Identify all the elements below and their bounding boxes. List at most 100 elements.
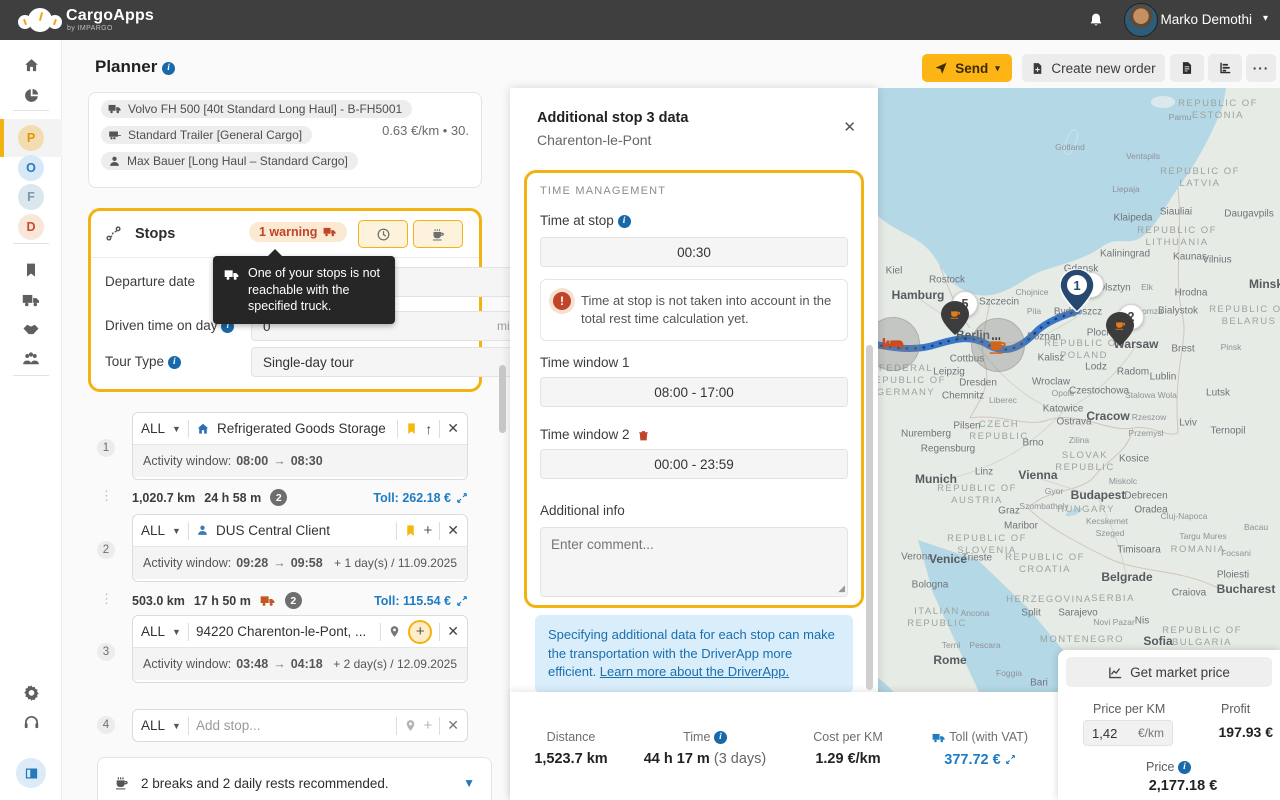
map-label: Minsk — [1249, 277, 1280, 291]
chevron-down-icon: ▼ — [172, 627, 181, 637]
sidebar-item-support[interactable] — [0, 705, 62, 739]
sidebar-item-team[interactable] — [0, 342, 62, 376]
stop-mode-select[interactable]: ALL — [141, 624, 165, 639]
time-window-2-input[interactable]: 00:00 - 23:59 — [540, 449, 848, 479]
drag-handle[interactable]: ⋮ — [100, 488, 113, 504]
tour-type-info-icon[interactable]: i — [168, 356, 181, 369]
sidebar-item-fleet[interactable]: F — [0, 180, 62, 214]
stop-name[interactable]: Refrigerated Goods Storage — [217, 421, 390, 436]
comment-textarea[interactable] — [540, 527, 848, 597]
driver-chip[interactable]: Max Bauer [Long Haul – Standard Cargo] — [101, 152, 358, 170]
stop-number: 1 — [97, 439, 115, 457]
alert-icon: ! — [553, 292, 571, 310]
map-label: REPUBLIC OF BULGARIA — [1159, 625, 1245, 649]
remove-stop-icon[interactable]: ✕ — [447, 623, 459, 640]
price-per-km-label: Price per KM — [1093, 702, 1165, 716]
map-label: Terni — [942, 640, 960, 650]
left-scrollbar[interactable] — [499, 365, 506, 433]
activity-window: Activity window: 08:00→08:30 — [133, 444, 467, 477]
export-pdf-button[interactable] — [1170, 54, 1204, 82]
resize-handle[interactable]: ◢ — [838, 583, 845, 594]
bookmark-icon[interactable] — [404, 524, 417, 537]
gantt-view-button[interactable] — [1208, 54, 1242, 82]
user-name[interactable]: Marko Demothi — [1160, 12, 1252, 27]
toll-link[interactable]: Toll: 262.18 € — [373, 491, 468, 505]
add-stop-data-icon[interactable]: + — [424, 522, 433, 539]
planner-info-icon[interactable]: i — [162, 62, 175, 75]
map-label: CZECH REPUBLIC — [956, 419, 1042, 443]
map-label: Kosice — [1119, 454, 1149, 465]
time-at-stop-input[interactable]: 00:30 — [540, 237, 848, 267]
trailer-chip[interactable]: Standard Trailer [General Cargo] — [101, 126, 312, 144]
stop-mode-select[interactable]: ALL — [141, 523, 165, 538]
coffee-icon — [949, 307, 962, 320]
detail-scrollbar[interactable] — [866, 345, 873, 690]
bookmark-icon[interactable] — [405, 422, 418, 435]
leg-count-badge[interactable]: 2 — [285, 592, 302, 609]
time-info-icon[interactable]: i — [714, 731, 727, 744]
stop-name[interactable]: 94220 Charenton-le-Pont, ... — [196, 624, 373, 639]
remove-stop-icon[interactable]: ✕ — [447, 420, 459, 437]
stop-pin-1[interactable]: 1 — [1060, 269, 1094, 312]
drag-handle[interactable]: ⋮ — [100, 591, 113, 607]
price-label: Price i — [1146, 760, 1191, 774]
get-market-price-button[interactable]: Get market price — [1066, 657, 1272, 687]
truck-chip[interactable]: Volvo FH 500 [40t Standard Long Haul] - … — [101, 100, 412, 118]
driverapp-info-box: Specifying additional data for each stop… — [535, 615, 853, 693]
break-marker[interactable] — [971, 318, 1025, 372]
remove-stop-icon[interactable]: ✕ — [447, 717, 459, 734]
close-panel-icon[interactable]: ✕ — [843, 118, 856, 136]
user-avatar[interactable] — [1124, 3, 1158, 37]
day-offset: + 1 day(s) / 11.09.2025 — [334, 556, 457, 570]
sidebar-item-trucks[interactable] — [0, 283, 62, 317]
stop-name[interactable]: DUS Central Client — [216, 523, 389, 538]
chevron-down-icon[interactable]: ▼ — [463, 776, 475, 790]
toll-link[interactable]: Toll: 115.54 € — [374, 594, 468, 608]
notifications-bell-icon[interactable] — [1088, 12, 1104, 28]
stop-mode-select[interactable]: ALL — [141, 421, 165, 436]
brand-subtitle: by IMPARGO — [67, 25, 113, 32]
map-label: Split — [1021, 608, 1040, 619]
sidebar-item-planner[interactable]: P — [0, 121, 62, 155]
driverapp-learn-more-link[interactable]: Learn more about the DriverApp. — [600, 664, 789, 679]
price-per-km-input[interactable]: 1,42 €/km — [1083, 720, 1173, 746]
breaks-toggle-button[interactable] — [413, 220, 463, 248]
send-button[interactable]: Send▾ — [922, 54, 1012, 82]
create-new-order-button[interactable]: Create new order — [1022, 54, 1165, 82]
break-pin[interactable] — [1106, 312, 1134, 346]
add-stop-data-icon-active[interactable]: + — [408, 620, 432, 644]
toll-value-link[interactable]: 377.72 € — [944, 752, 1000, 768]
delete-time-window-icon[interactable] — [637, 429, 650, 442]
remove-stop-icon[interactable]: ✕ — [447, 522, 459, 539]
sidebar-item-dispatch[interactable]: D — [0, 210, 62, 244]
user-menu-chevron-icon[interactable]: ▾ — [1263, 13, 1268, 24]
sidebar-item-home[interactable] — [0, 48, 62, 82]
move-up-icon[interactable]: ↑ — [425, 421, 432, 437]
market-price-panel: Get market price Price per KM 1,42 €/km … — [1058, 650, 1280, 800]
map-label: Lutsk — [1206, 388, 1230, 399]
stop-mode-select[interactable]: ALL — [141, 718, 165, 733]
sidebar-item-collapse-panel[interactable] — [0, 756, 62, 790]
price-info-icon[interactable]: i — [1178, 761, 1191, 774]
warning-badge[interactable]: 1 warning — [249, 222, 347, 242]
time-window-1-input[interactable]: 08:00 - 17:00 — [540, 377, 848, 407]
expand-icon[interactable] — [1005, 754, 1016, 765]
map-label: Vienna — [1018, 468, 1057, 482]
breaks-recommendation[interactable]: 2 breaks and 2 daily rests recommended. … — [97, 757, 492, 800]
break-pin[interactable] — [941, 301, 969, 335]
sidebar-item-analytics[interactable] — [0, 78, 62, 112]
map-label: Daugavpils — [1224, 209, 1273, 220]
pin-icon[interactable] — [388, 625, 401, 638]
more-options-button[interactable]: ··· — [1246, 54, 1276, 82]
map-label: Rome — [933, 653, 966, 667]
add-stop-input[interactable]: Add stop... — [196, 718, 389, 733]
time-at-stop-info-icon[interactable]: i — [618, 215, 631, 228]
price-value: 2,177.18 € — [1128, 778, 1238, 794]
cargoapps-logo[interactable] — [18, 4, 64, 36]
time-toggle-button[interactable] — [358, 220, 408, 248]
time-stat: Time i 44 h 17 m (3 days) — [635, 730, 775, 767]
tour-type-select[interactable]: Single-day tour ▼ — [251, 347, 551, 377]
sidebar-item-bookmarks[interactable] — [0, 253, 62, 287]
sidebar-item-settings[interactable] — [0, 675, 62, 709]
leg-count-badge[interactable]: 2 — [270, 489, 287, 506]
